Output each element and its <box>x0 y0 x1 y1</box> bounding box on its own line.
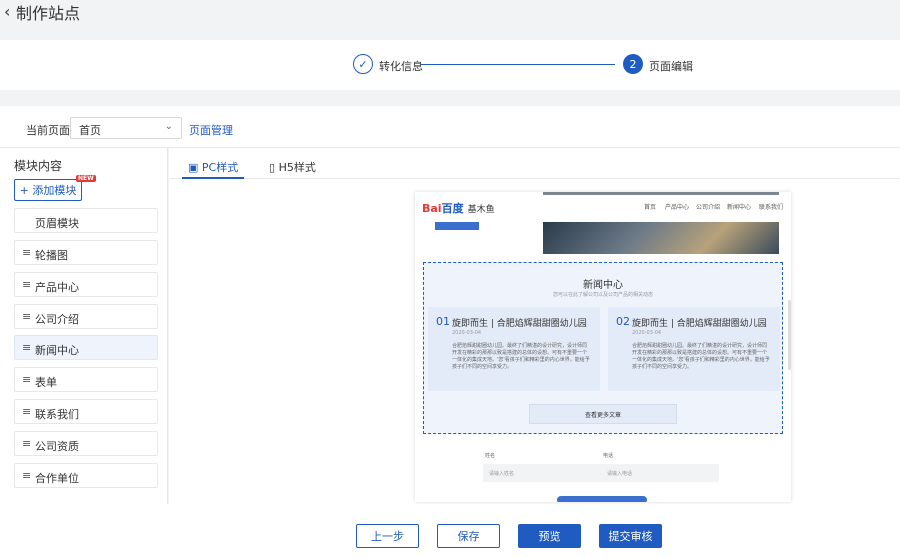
module-item[interactable]: ≡ 合作单位 <box>14 463 158 488</box>
current-page-value: 首页 <box>79 124 101 137</box>
phone-icon: ▯ <box>269 161 276 174</box>
module-item[interactable]: ≡ 产品中心 <box>14 272 158 297</box>
preview-nav-item[interactable]: 首页 <box>644 202 656 211</box>
step-number-2: 2 <box>623 54 643 74</box>
module-content-title: 模块内容 <box>14 159 63 173</box>
news-card[interactable]: 01 旋即而生 | 合肥焰辉甜甜圈幼儿园 2020-03-04 合肥焰辉甜甜圈幼… <box>428 307 600 391</box>
drag-handle-icon[interactable]: ≡ <box>22 437 31 450</box>
preview-form: 姓名 电话 请输入姓名 请输入电话 <box>415 442 791 502</box>
module-item-label: 合作单位 <box>35 472 79 485</box>
add-module-label: 添加模块 <box>32 184 77 197</box>
news-module-selected[interactable]: 新闻中心 您可以在此了解公司以及公司产品的相关动态 01 旋即而生 | 合肥焰辉… <box>423 262 783 434</box>
editor-main: ▣ PC样式 ▯ H5样式 Bai百度 基木鱼 首页 产品中心 公司介绍 新闻中心… <box>169 148 900 504</box>
page-title: 制作站点 <box>16 4 81 23</box>
page-preview: Bai百度 基木鱼 首页 产品中心 公司介绍 新闻中心 联系我们 新闻中心 您可以… <box>415 192 791 502</box>
check-icon: ✓ <box>353 54 373 74</box>
style-tabs: ▣ PC样式 ▯ H5样式 <box>169 148 900 179</box>
current-page-select[interactable]: 首页 ⌄ <box>70 117 182 139</box>
news-card-title: 旋即而生 | 合肥焰辉甜甜圈幼儿园 <box>452 319 587 329</box>
baidu-logo: Bai百度 基木鱼 <box>422 202 495 215</box>
tab-pc-style[interactable]: ▣ PC样式 <box>188 159 238 175</box>
preview-nav-item[interactable]: 公司介绍 <box>696 202 720 211</box>
module-item-label: 页眉模块 <box>35 217 79 230</box>
module-item-label: 公司资质 <box>35 440 79 453</box>
preview-nav-item[interactable]: 产品中心 <box>665 202 689 211</box>
module-item-header[interactable]: 页眉模块 <box>14 208 158 233</box>
tab-pc-label: PC样式 <box>201 161 239 174</box>
action-footer: 上一步 保存 预览 提交审核 <box>0 504 900 558</box>
module-sidebar: 模块内容 + 添加模块 NEW 页眉模块 ≡ 轮播图 ≡ 产品中心 ≡ 公司介绍 ≡ 新… <box>0 148 168 504</box>
drag-handle-icon[interactable]: ≡ <box>22 246 31 259</box>
module-item-label: 联系我们 <box>35 408 79 421</box>
chevron-down-icon: ⌄ <box>164 121 173 132</box>
preview-nav-item[interactable]: 新闻中心 <box>727 202 751 211</box>
back-icon[interactable]: ‹ <box>4 2 10 21</box>
news-card-number: 02 <box>616 315 630 328</box>
module-item-label: 表单 <box>35 376 57 389</box>
drag-handle-icon[interactable]: ≡ <box>22 373 31 386</box>
name-label: 姓名 <box>485 453 496 459</box>
module-item[interactable]: ≡ 表单 <box>14 367 158 392</box>
form-submit-button[interactable] <box>557 496 647 502</box>
banner-image <box>543 222 779 254</box>
phone-label: 电话 <box>603 453 614 459</box>
tab-active-indicator <box>182 177 244 179</box>
preview-scrollbar[interactable] <box>788 300 791 370</box>
news-title: 新闻中心 <box>583 280 623 291</box>
module-item[interactable]: ≡ 新闻中心 <box>14 335 158 360</box>
module-item[interactable]: ≡ 公司介绍 <box>14 304 158 329</box>
step-connector <box>421 64 615 65</box>
preview-nav-item[interactable]: 联系我们 <box>759 202 783 211</box>
submit-review-button[interactable]: 提交审核 <box>599 524 662 548</box>
prev-step-button[interactable]: 上一步 <box>356 524 419 548</box>
step-label-2: 页面编辑 <box>649 60 693 73</box>
module-item[interactable]: ≡ 公司资质 <box>14 431 158 456</box>
tab-h5-label: H5样式 <box>278 161 316 174</box>
news-card-number: 01 <box>436 315 450 328</box>
banner-button[interactable] <box>435 222 479 230</box>
module-item[interactable]: ≡ 联系我们 <box>14 399 158 424</box>
drag-handle-icon[interactable]: ≡ <box>22 341 31 354</box>
banner-strip <box>543 192 779 195</box>
step-indicator: ✓ 转化信息 2 页面编辑 <box>0 40 900 90</box>
news-subtitle: 您可以在此了解公司以及公司产品的相关动态 <box>552 292 653 298</box>
name-input[interactable]: 请输入姓名 <box>483 464 601 482</box>
module-item[interactable]: ≡ 轮播图 <box>14 240 158 265</box>
new-badge: NEW <box>76 175 96 182</box>
module-item-label: 产品中心 <box>35 281 79 294</box>
news-card-date: 2020-03-04 <box>452 330 482 336</box>
add-module-button[interactable]: + 添加模块 <box>14 179 82 201</box>
more-articles-button[interactable]: 查看更多文章 <box>529 404 677 424</box>
preview-header: Bai百度 基木鱼 首页 产品中心 公司介绍 新闻中心 联系我们 <box>415 192 791 254</box>
module-item-label: 公司介绍 <box>35 313 79 326</box>
tab-h5-style[interactable]: ▯ H5样式 <box>269 159 316 175</box>
drag-handle-icon[interactable]: ≡ <box>22 469 31 482</box>
news-card-body: 合肥焰辉甜甜圈幼儿园。最终了们精湛的设计研究，设计师同开发在精彩的那那以致是搭建… <box>632 343 770 370</box>
drag-handle-icon[interactable]: ≡ <box>22 405 31 418</box>
page-toolbar: 当前页面: 首页 ⌄ 页面管理 <box>0 106 900 148</box>
preview-button[interactable]: 预览 <box>518 524 581 548</box>
news-card-body: 合肥焰辉甜甜圈幼儿园。最终了们精湛的设计研究，设计师同开发在精彩的那那以致是搭建… <box>452 343 590 370</box>
page-header: ‹ 制作站点 <box>0 0 900 36</box>
name-placeholder: 请输入姓名 <box>489 471 515 477</box>
drag-handle-icon[interactable]: ≡ <box>22 310 31 323</box>
page-manage-link[interactable]: 页面管理 <box>189 122 233 138</box>
phone-placeholder: 请输入电话 <box>607 471 633 477</box>
phone-input[interactable]: 请输入电话 <box>601 464 719 482</box>
current-page-label: 当前页面: <box>26 124 74 137</box>
module-item-label: 轮播图 <box>35 249 68 262</box>
save-button[interactable]: 保存 <box>437 524 500 548</box>
monitor-icon: ▣ <box>188 161 199 174</box>
news-card[interactable]: 02 旋即而生 | 合肥焰辉甜甜圈幼儿园 2020-03-04 合肥焰辉甜甜圈幼… <box>608 307 780 391</box>
module-item-label: 新闻中心 <box>35 344 79 357</box>
news-card-date: 2020-03-04 <box>632 330 662 336</box>
news-card-title: 旋即而生 | 合肥焰辉甜甜圈幼儿园 <box>632 319 767 329</box>
step-label-1: 转化信息 <box>379 60 423 73</box>
drag-handle-icon[interactable]: ≡ <box>22 278 31 291</box>
